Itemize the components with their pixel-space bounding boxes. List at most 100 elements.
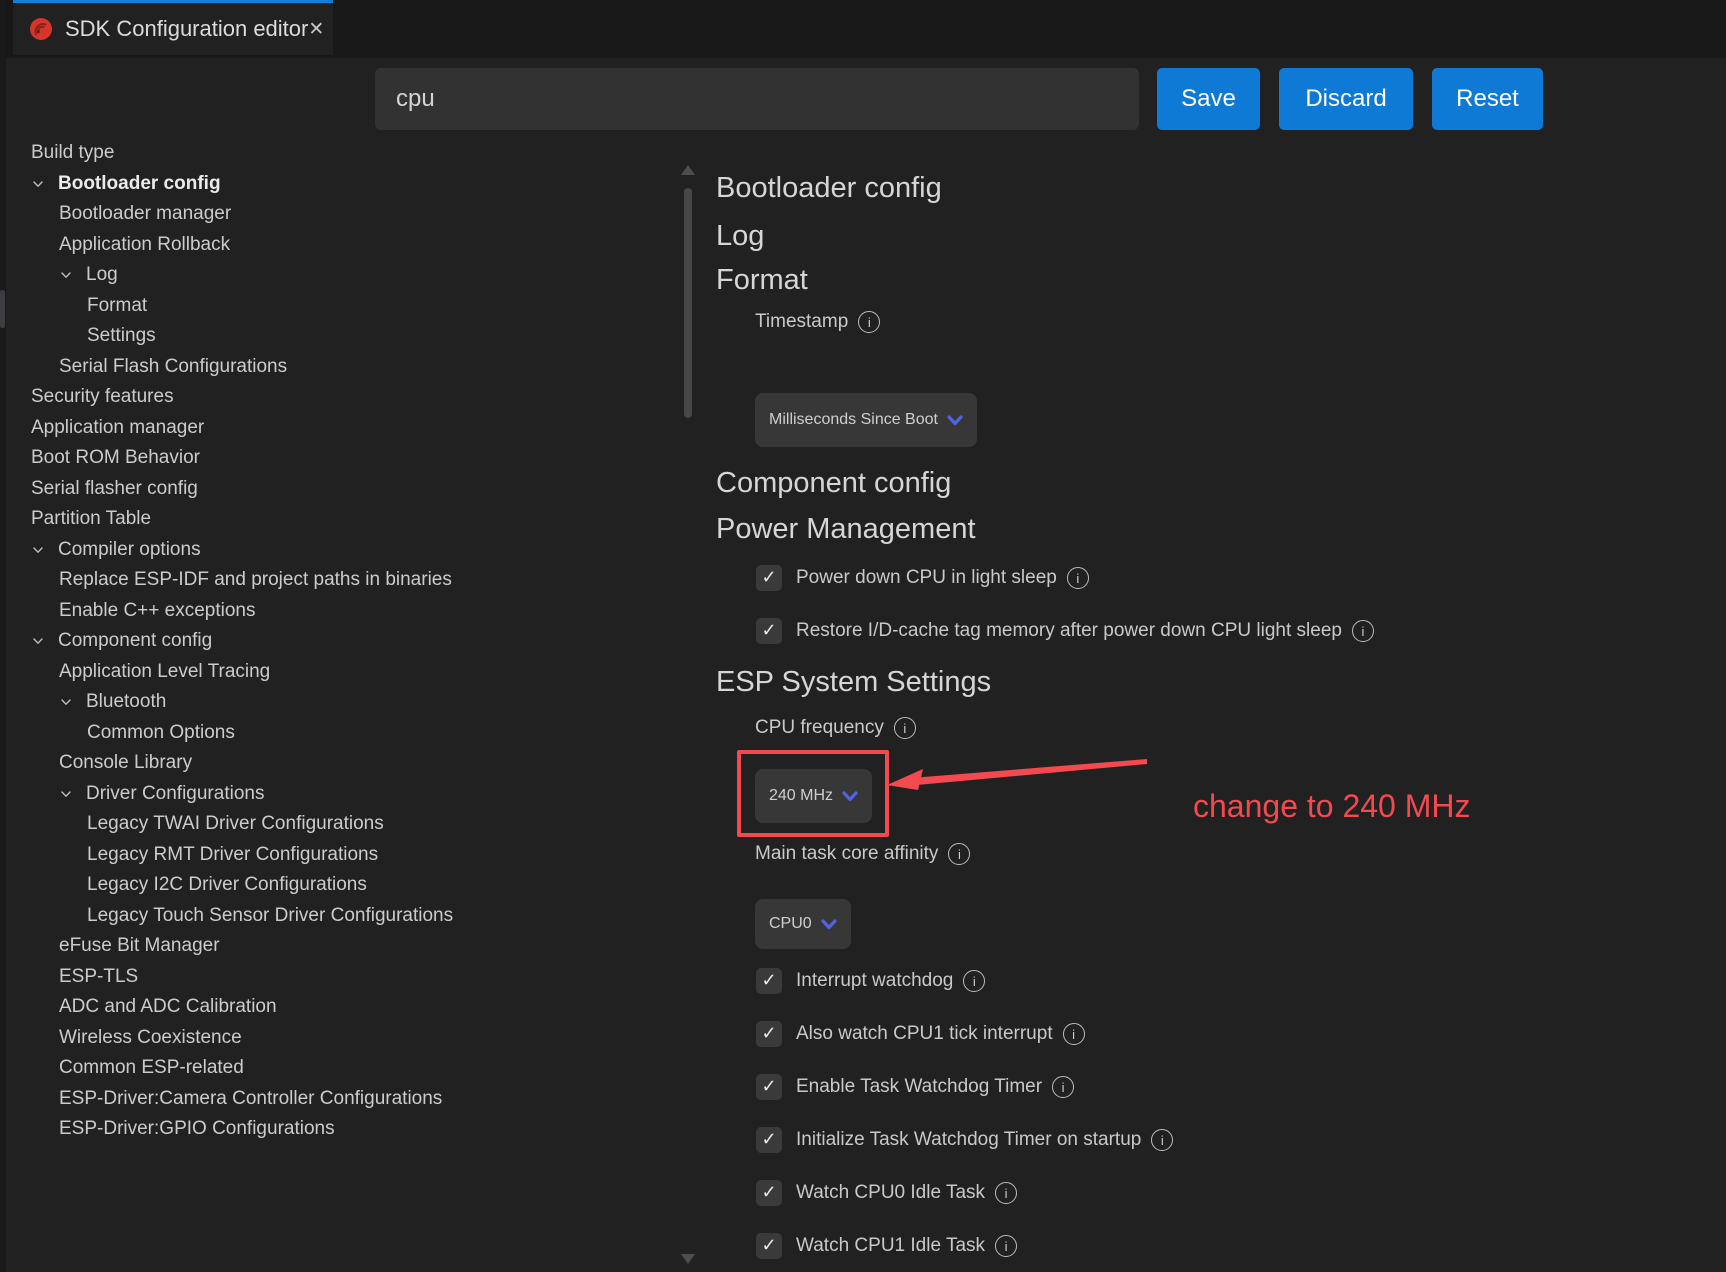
chevron-down-icon[interactable] [59,787,86,801]
info-icon[interactable] [995,1182,1017,1204]
chevron-down-icon[interactable] [31,177,58,191]
sidebar-item-label: ESP-Driver:Camera Controller Configurati… [59,1088,442,1110]
checkbox[interactable] [756,565,782,591]
checkbox[interactable] [756,1074,782,1100]
sidebar-item[interactable]: Application Level Tracing [0,657,660,688]
sidebar-item[interactable]: Application Rollback [0,230,660,261]
checkbox-label: Enable Task Watchdog Timer [796,1076,1042,1098]
sidebar-item-label: ESP-Driver:GPIO Configurations [59,1118,335,1140]
power-management-options: Power down CPU in light sleep Restore I/… [716,561,1726,648]
sidebar-item-label: Security features [31,386,174,408]
info-icon[interactable] [1352,620,1374,642]
sidebar-item[interactable]: Legacy TWAI Driver Configurations [0,809,660,840]
checkbox-row: Also watch CPU1 tick interrupt [756,1017,1726,1051]
sidebar-item[interactable]: Wireless Coexistence [0,1023,660,1054]
info-icon[interactable] [963,970,985,992]
sidebar-item[interactable]: Partition Table [0,504,660,535]
info-icon[interactable] [894,717,916,739]
section-title-format: Format [716,258,1726,302]
content-scrollbar-thumb[interactable] [684,188,692,418]
timestamp-select[interactable]: Milliseconds Since Boot [755,393,977,447]
info-icon[interactable] [1151,1129,1173,1151]
checkbox[interactable] [756,968,782,994]
sidebar-item[interactable]: ESP-Driver:GPIO Configurations [0,1114,660,1145]
timestamp-label-text: Timestamp [755,311,848,333]
check-icon [761,971,776,991]
sidebar-item[interactable]: Console Library [0,748,660,779]
sidebar-item[interactable]: Legacy I2C Driver Configurations [0,870,660,901]
sidebar-item-label: Settings [87,325,156,347]
scrollbar-down-arrow-icon[interactable] [681,1254,695,1264]
tab-sdk-configuration-editor[interactable]: SDK Configuration editor [13,0,333,55]
sidebar-item-label: Component config [58,630,212,652]
checkbox[interactable] [756,618,782,644]
check-icon [761,1183,776,1203]
sidebar-item-label: Replace ESP-IDF and project paths in bin… [59,569,452,591]
sidebar-item[interactable]: Bootloader manager [0,199,660,230]
section-title-log: Log [716,214,1726,258]
info-icon[interactable] [1067,567,1089,589]
checkbox-label: Restore I/D-cache tag memory after power… [796,620,1342,642]
main-task-core-affinity-select[interactable]: CPU0 [755,899,851,949]
sidebar-item[interactable]: Bluetooth [0,687,660,718]
sidebar-item[interactable]: Common Options [0,718,660,749]
section-title-power-management: Power Management [716,507,1726,551]
sidebar-item[interactable]: ESP-TLS [0,962,660,993]
sidebar-item[interactable]: Application manager [0,413,660,444]
info-icon[interactable] [948,843,970,865]
cpu-frequency-select[interactable]: 240 MHz [755,769,872,823]
sidebar-item[interactable]: Bootloader config [0,169,660,200]
sidebar-item[interactable]: ADC and ADC Calibration [0,992,660,1023]
check-icon [761,1130,776,1150]
checkbox[interactable] [756,1180,782,1206]
close-icon[interactable] [308,18,324,41]
sidebar-item[interactable]: Legacy Touch Sensor Driver Configuration… [0,901,660,932]
sidebar-item-label: Partition Table [31,508,151,530]
checkbox-label: Watch CPU0 Idle Task [796,1182,985,1204]
sidebar-item[interactable]: ESP-Driver:Camera Controller Configurati… [0,1084,660,1115]
sidebar-item-label: Common ESP-related [59,1057,244,1079]
cpu-frequency-field-label: CPU frequency [755,714,1726,742]
sidebar-item[interactable]: Compiler options [0,535,660,566]
chevron-down-icon[interactable] [59,268,86,282]
check-icon [761,568,776,588]
sidebar-item[interactable]: Common ESP-related [0,1053,660,1084]
sidebar-item[interactable]: Enable C++ exceptions [0,596,660,627]
cpu-frequency-select-row: 240 MHz change to 240 MHz [716,768,1726,824]
chevron-down-icon[interactable] [31,543,58,557]
sidebar-item-label: Compiler options [58,539,201,561]
sidebar-item-label: Legacy I2C Driver Configurations [87,874,367,896]
sidebar-item[interactable]: Settings [0,321,660,352]
info-icon[interactable] [858,311,880,333]
sidebar-item[interactable]: eFuse Bit Manager [0,931,660,962]
checkbox[interactable] [756,1233,782,1259]
sidebar-item[interactable]: Format [0,291,660,322]
checkbox[interactable] [756,1021,782,1047]
sidebar-item-label: Legacy TWAI Driver Configurations [87,813,384,835]
sidebar-item-label: Format [87,295,147,317]
sidebar-item[interactable]: Component config [0,626,660,657]
sidebar-item-label: ADC and ADC Calibration [59,996,277,1018]
checkbox-label: Power down CPU in light sleep [796,567,1057,589]
chevron-down-icon[interactable] [59,695,86,709]
tab-title: SDK Configuration editor [65,16,308,42]
sidebar-item[interactable]: Replace ESP-IDF and project paths in bin… [0,565,660,596]
sidebar-item[interactable]: Serial flasher config [0,474,660,505]
info-icon[interactable] [1063,1023,1085,1045]
chevron-down-icon [947,415,963,426]
annotation-text: change to 240 MHz [1193,788,1471,825]
scrollbar-up-arrow-icon[interactable] [681,165,695,175]
sidebar-item[interactable]: Security features [0,382,660,413]
sidebar-item[interactable]: Build type [0,138,660,169]
checkbox[interactable] [756,1127,782,1153]
info-icon[interactable] [1052,1076,1074,1098]
sidebar-item[interactable]: Boot ROM Behavior [0,443,660,474]
sidebar-item[interactable]: Log [0,260,660,291]
sidebar-item[interactable]: Driver Configurations [0,779,660,810]
sidebar-item[interactable]: Legacy RMT Driver Configurations [0,840,660,871]
sidebar-item[interactable]: Serial Flash Configurations [0,352,660,383]
sidebar-item-label: Driver Configurations [86,783,264,805]
info-icon[interactable] [995,1235,1017,1257]
main-task-core-affinity-field-label: Main task core affinity [755,840,1726,868]
chevron-down-icon[interactable] [31,634,58,648]
